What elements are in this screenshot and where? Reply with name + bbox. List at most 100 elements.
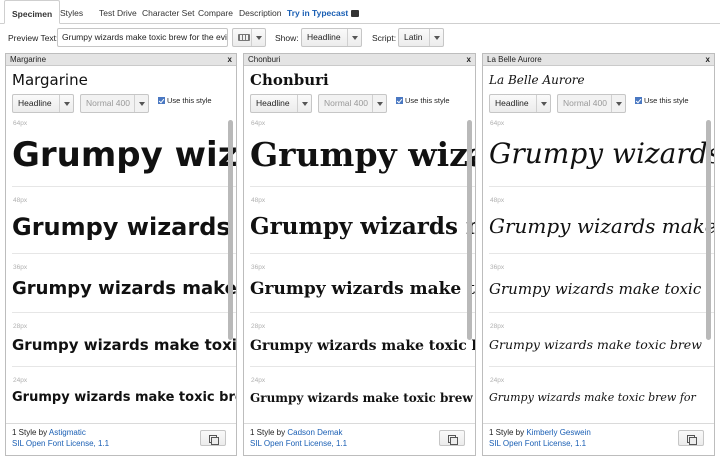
divider bbox=[489, 366, 714, 367]
size-label: 64px bbox=[13, 120, 28, 127]
font-panel-chonburi: Chonburi x Chonburi Headline Normal 400 U… bbox=[243, 53, 476, 456]
panel-header-title: Chonburi bbox=[248, 55, 281, 64]
divider bbox=[12, 312, 236, 313]
copy-button[interactable] bbox=[439, 430, 465, 446]
tab-styles[interactable]: Styles bbox=[53, 0, 90, 24]
scrollbar-thumb[interactable] bbox=[467, 120, 472, 340]
style-select-value: Headline bbox=[18, 98, 52, 108]
style-count-text: 1 Style by bbox=[12, 428, 49, 437]
sample-text: Grumpy wizards bbox=[250, 135, 475, 174]
copy-button[interactable] bbox=[200, 430, 226, 446]
sample-text: Grumpy wizards bbox=[12, 135, 237, 175]
size-label: 64px bbox=[490, 120, 505, 127]
panel-header: La Belle Aurore x bbox=[483, 54, 714, 66]
font-name: Margarine bbox=[12, 71, 88, 89]
size-label: 48px bbox=[490, 197, 505, 204]
weight-select-value: Normal 400 bbox=[563, 98, 607, 108]
style-select[interactable]: Headline bbox=[12, 94, 74, 113]
panel-header-title: La Belle Aurore bbox=[487, 55, 542, 64]
style-select[interactable]: Headline bbox=[250, 94, 312, 113]
sample-text: Grumpy wizards make toxic brew for bbox=[12, 390, 236, 405]
style-count-text: 1 Style by bbox=[250, 428, 288, 437]
size-label: 64px bbox=[251, 120, 266, 127]
divider bbox=[12, 253, 236, 254]
weight-select[interactable]: Normal 400 bbox=[80, 94, 149, 113]
weight-select-value: Normal 400 bbox=[324, 98, 368, 108]
license-link[interactable]: SIL Open Font License, 1.1 bbox=[12, 439, 109, 448]
size-label: 36px bbox=[490, 264, 505, 271]
show-select-value: Headline bbox=[307, 32, 341, 42]
use-style-checkbox[interactable] bbox=[158, 97, 165, 104]
chevron-down-icon bbox=[251, 29, 265, 46]
panel-header-title: Margarine bbox=[10, 55, 47, 64]
style-select[interactable]: Headline bbox=[489, 94, 551, 113]
divider bbox=[489, 186, 714, 187]
sample-text: Grumpy wizards make toxic brew for bbox=[489, 391, 696, 404]
tab-bar: Specimen Styles Test Drive Character Set… bbox=[0, 0, 720, 24]
style-select-value: Headline bbox=[256, 98, 290, 108]
divider bbox=[12, 186, 236, 187]
use-style-checkbox-row[interactable]: Use this style bbox=[396, 96, 450, 105]
style-count-text: 1 Style by bbox=[489, 428, 527, 437]
chevron-down-icon bbox=[429, 29, 443, 46]
copy-button[interactable] bbox=[678, 430, 704, 446]
style-count: 1 Style by Astigmatic bbox=[12, 428, 86, 437]
divider bbox=[489, 253, 714, 254]
keyboard-dropdown[interactable] bbox=[232, 28, 266, 47]
license-link[interactable]: SIL Open Font License, 1.1 bbox=[250, 439, 347, 448]
designer-link[interactable]: Astigmatic bbox=[49, 428, 86, 437]
sample-text: Grumpy wizards make bbox=[250, 213, 475, 240]
scrollbar-thumb[interactable] bbox=[706, 120, 711, 340]
use-style-checkbox-row[interactable]: Use this style bbox=[158, 96, 212, 105]
weight-select[interactable]: Normal 400 bbox=[557, 94, 626, 113]
chevron-down-icon bbox=[372, 95, 386, 112]
script-label: Script: bbox=[372, 33, 397, 43]
sample-text: Grumpy wizards bbox=[489, 137, 715, 170]
size-label: 24px bbox=[13, 377, 28, 384]
sample-text: Grumpy wizards make toxic brew bbox=[250, 338, 475, 354]
font-panel-margarine: Margarine x Margarine Headline Normal 400… bbox=[5, 53, 237, 456]
font-panel-la-belle-aurore: La Belle Aurore x La Belle Aurore Headlin… bbox=[482, 53, 715, 456]
use-style-checkbox-row[interactable]: Use this style bbox=[635, 96, 689, 105]
close-icon[interactable]: x bbox=[467, 54, 471, 66]
size-label: 48px bbox=[13, 197, 28, 204]
script-select-value: Latin bbox=[404, 32, 423, 42]
sample-text: Grumpy wizards make toxic bbox=[12, 278, 237, 299]
font-name: La Belle Aurore bbox=[489, 73, 585, 87]
toolbar: Preview Text: Grumpy wizards make toxic … bbox=[0, 25, 720, 51]
scrollbar-thumb[interactable] bbox=[228, 120, 233, 340]
size-label: 36px bbox=[13, 264, 28, 271]
sample-text: Grumpy wizards make toxic brew bbox=[12, 336, 237, 354]
style-count: 1 Style by Cadson Demak bbox=[250, 428, 343, 437]
size-label: 36px bbox=[251, 264, 266, 271]
weight-select[interactable]: Normal 400 bbox=[318, 94, 387, 113]
divider bbox=[250, 253, 475, 254]
use-style-checkbox[interactable] bbox=[396, 97, 403, 104]
size-label: 24px bbox=[251, 377, 266, 384]
sample-text: Grumpy wizards make toxic brew for bbox=[250, 391, 476, 405]
show-select[interactable]: Headline bbox=[301, 28, 362, 47]
script-select[interactable]: Latin bbox=[398, 28, 444, 47]
designer-link[interactable]: Kimberly Geswein bbox=[526, 428, 590, 437]
sample-text: Grumpy wizards make bbox=[489, 214, 715, 238]
chevron-down-icon bbox=[59, 95, 73, 112]
close-icon[interactable]: x bbox=[228, 54, 232, 66]
close-icon[interactable]: x bbox=[706, 54, 710, 66]
show-label: Show: bbox=[275, 33, 299, 43]
divider bbox=[12, 366, 236, 367]
use-style-label: Use this style bbox=[405, 96, 450, 105]
keyboard-icon bbox=[238, 34, 250, 41]
divider bbox=[489, 312, 714, 313]
sample-text: Grumpy wizards make bbox=[12, 213, 236, 241]
tab-typecast-label: Try in Typecast bbox=[287, 8, 349, 18]
style-count: 1 Style by Kimberly Geswein bbox=[489, 428, 591, 437]
license-link[interactable]: SIL Open Font License, 1.1 bbox=[489, 439, 586, 448]
preview-text-input[interactable]: Grumpy wizards make toxic brew for the e… bbox=[57, 28, 228, 47]
use-style-checkbox[interactable] bbox=[635, 97, 642, 104]
designer-link[interactable]: Cadson Demak bbox=[287, 428, 342, 437]
chevron-down-icon bbox=[347, 29, 361, 46]
panel-header: Margarine x bbox=[6, 54, 236, 66]
tab-specimen[interactable]: Specimen bbox=[4, 0, 61, 24]
size-label: 28px bbox=[251, 323, 266, 330]
tab-try-in-typecast[interactable]: Try in Typecast bbox=[280, 0, 366, 24]
